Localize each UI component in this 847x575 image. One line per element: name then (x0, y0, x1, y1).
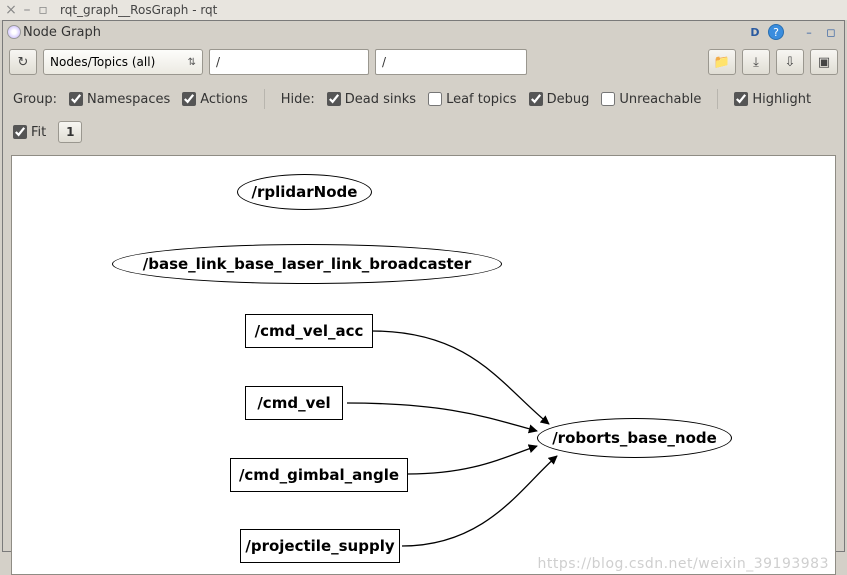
debug-check-input[interactable] (529, 92, 543, 106)
open-button[interactable]: 📁 (708, 49, 736, 75)
node-broadcaster[interactable]: /base_link_base_laser_link_broadcaster (112, 244, 502, 284)
watermark: https://blog.csdn.net/weixin_39193983 (537, 556, 829, 572)
help-icon[interactable]: ? (768, 24, 784, 40)
fit-check-input[interactable] (13, 125, 27, 139)
window-titlebar: × – ▫ rqt_graph__RosGraph - rqt (0, 0, 847, 20)
topic-filter-value: / (382, 55, 386, 69)
namespaces-check-label: Namespaces (87, 92, 170, 107)
namespace-filter-input[interactable]: / (209, 49, 369, 75)
panel-header: Node Graph D ? – ◻ (3, 21, 844, 43)
deadsinks-checkbox[interactable]: Dead sinks (327, 92, 416, 107)
actions-check-label: Actions (200, 92, 248, 107)
graph-canvas[interactable]: /rplidarNode /base_link_base_laser_link_… (11, 155, 836, 575)
node-roborts-base[interactable]: /roborts_base_node (537, 418, 732, 458)
depth-button[interactable]: 1 (58, 121, 82, 143)
node-label: /cmd_vel_acc (255, 322, 364, 340)
export-button[interactable]: ⇩ (776, 49, 804, 75)
image-icon: ▣ (818, 55, 830, 70)
hide-label: Hide: (281, 92, 315, 107)
separator (717, 89, 718, 109)
fit-checkbox[interactable]: Fit (13, 125, 46, 140)
maximize-icon[interactable]: ▫ (36, 3, 50, 17)
panel-title: Node Graph (23, 25, 101, 40)
toolbar: ↻ Nodes/Topics (all) ⇅ / / 📁 ⤓ ⇩ ▣ (3, 43, 844, 81)
highlight-check-label: Highlight (752, 92, 811, 107)
leaftopics-checkbox[interactable]: Leaf topics (428, 92, 517, 107)
save-button[interactable]: ⤓ (742, 49, 770, 75)
download-icon: ⇩ (785, 55, 796, 70)
node-cmd-vel-acc[interactable]: /cmd_vel_acc (245, 314, 373, 348)
unreachable-checkbox[interactable]: Unreachable (601, 92, 701, 107)
node-label: /base_link_base_laser_link_broadcaster (143, 255, 472, 273)
panel-float-button[interactable]: ◻ (822, 24, 840, 40)
panel-minimize-button[interactable]: – (800, 24, 818, 40)
dock-button[interactable]: D (746, 24, 764, 40)
filter-mode-select[interactable]: Nodes/Topics (all) ⇅ (43, 49, 203, 75)
node-rplidar[interactable]: /rplidarNode (237, 174, 372, 210)
separator (264, 89, 265, 109)
save-icon: ⤓ (753, 55, 759, 70)
node-label: /cmd_gimbal_angle (239, 466, 399, 484)
group-label: Group: (13, 92, 57, 107)
unreachable-check-label: Unreachable (619, 92, 701, 107)
close-icon[interactable]: × (4, 3, 18, 17)
node-label: /projectile_supply (245, 537, 394, 555)
unreachable-check-input[interactable] (601, 92, 615, 106)
leaftopics-check-input[interactable] (428, 92, 442, 106)
highlight-check-input[interactable] (734, 92, 748, 106)
namespace-filter-value: / (216, 55, 220, 69)
chevron-updown-icon: ⇅ (188, 57, 196, 68)
topic-filter-input[interactable]: / (375, 49, 527, 75)
reload-icon: ↻ (18, 55, 29, 70)
fit-check-label: Fit (31, 125, 46, 140)
deadsinks-check-input[interactable] (327, 92, 341, 106)
actions-checkbox[interactable]: Actions (182, 92, 248, 107)
depth-value: 1 (66, 125, 74, 139)
debug-check-label: Debug (547, 92, 590, 107)
node-cmd-vel[interactable]: /cmd_vel (245, 386, 343, 420)
namespaces-checkbox[interactable]: Namespaces (69, 92, 170, 107)
panel-icon (7, 25, 21, 39)
node-label: /rplidarNode (252, 183, 358, 201)
filter-mode-value: Nodes/Topics (all) (50, 55, 155, 69)
node-projectile-supply[interactable]: /projectile_supply (240, 529, 400, 563)
debug-checkbox[interactable]: Debug (529, 92, 590, 107)
graph-edges (12, 156, 835, 574)
app-frame: Node Graph D ? – ◻ ↻ Nodes/Topics (all) … (2, 20, 845, 552)
reload-button[interactable]: ↻ (9, 49, 37, 75)
deadsinks-check-label: Dead sinks (345, 92, 416, 107)
actions-check-input[interactable] (182, 92, 196, 106)
node-cmd-gimbal-angle[interactable]: /cmd_gimbal_angle (230, 458, 408, 492)
node-label: /cmd_vel (257, 394, 330, 412)
minimize-icon[interactable]: – (20, 3, 34, 17)
namespaces-check-input[interactable] (69, 92, 83, 106)
window-title: rqt_graph__RosGraph - rqt (60, 3, 217, 17)
leaftopics-check-label: Leaf topics (446, 92, 517, 107)
highlight-checkbox[interactable]: Highlight (734, 92, 811, 107)
filter-row: Group: Namespaces Actions Hide: Dead sin… (3, 81, 844, 155)
folder-icon: 📁 (714, 55, 730, 70)
node-label: /roborts_base_node (552, 429, 717, 447)
image-button[interactable]: ▣ (810, 49, 838, 75)
